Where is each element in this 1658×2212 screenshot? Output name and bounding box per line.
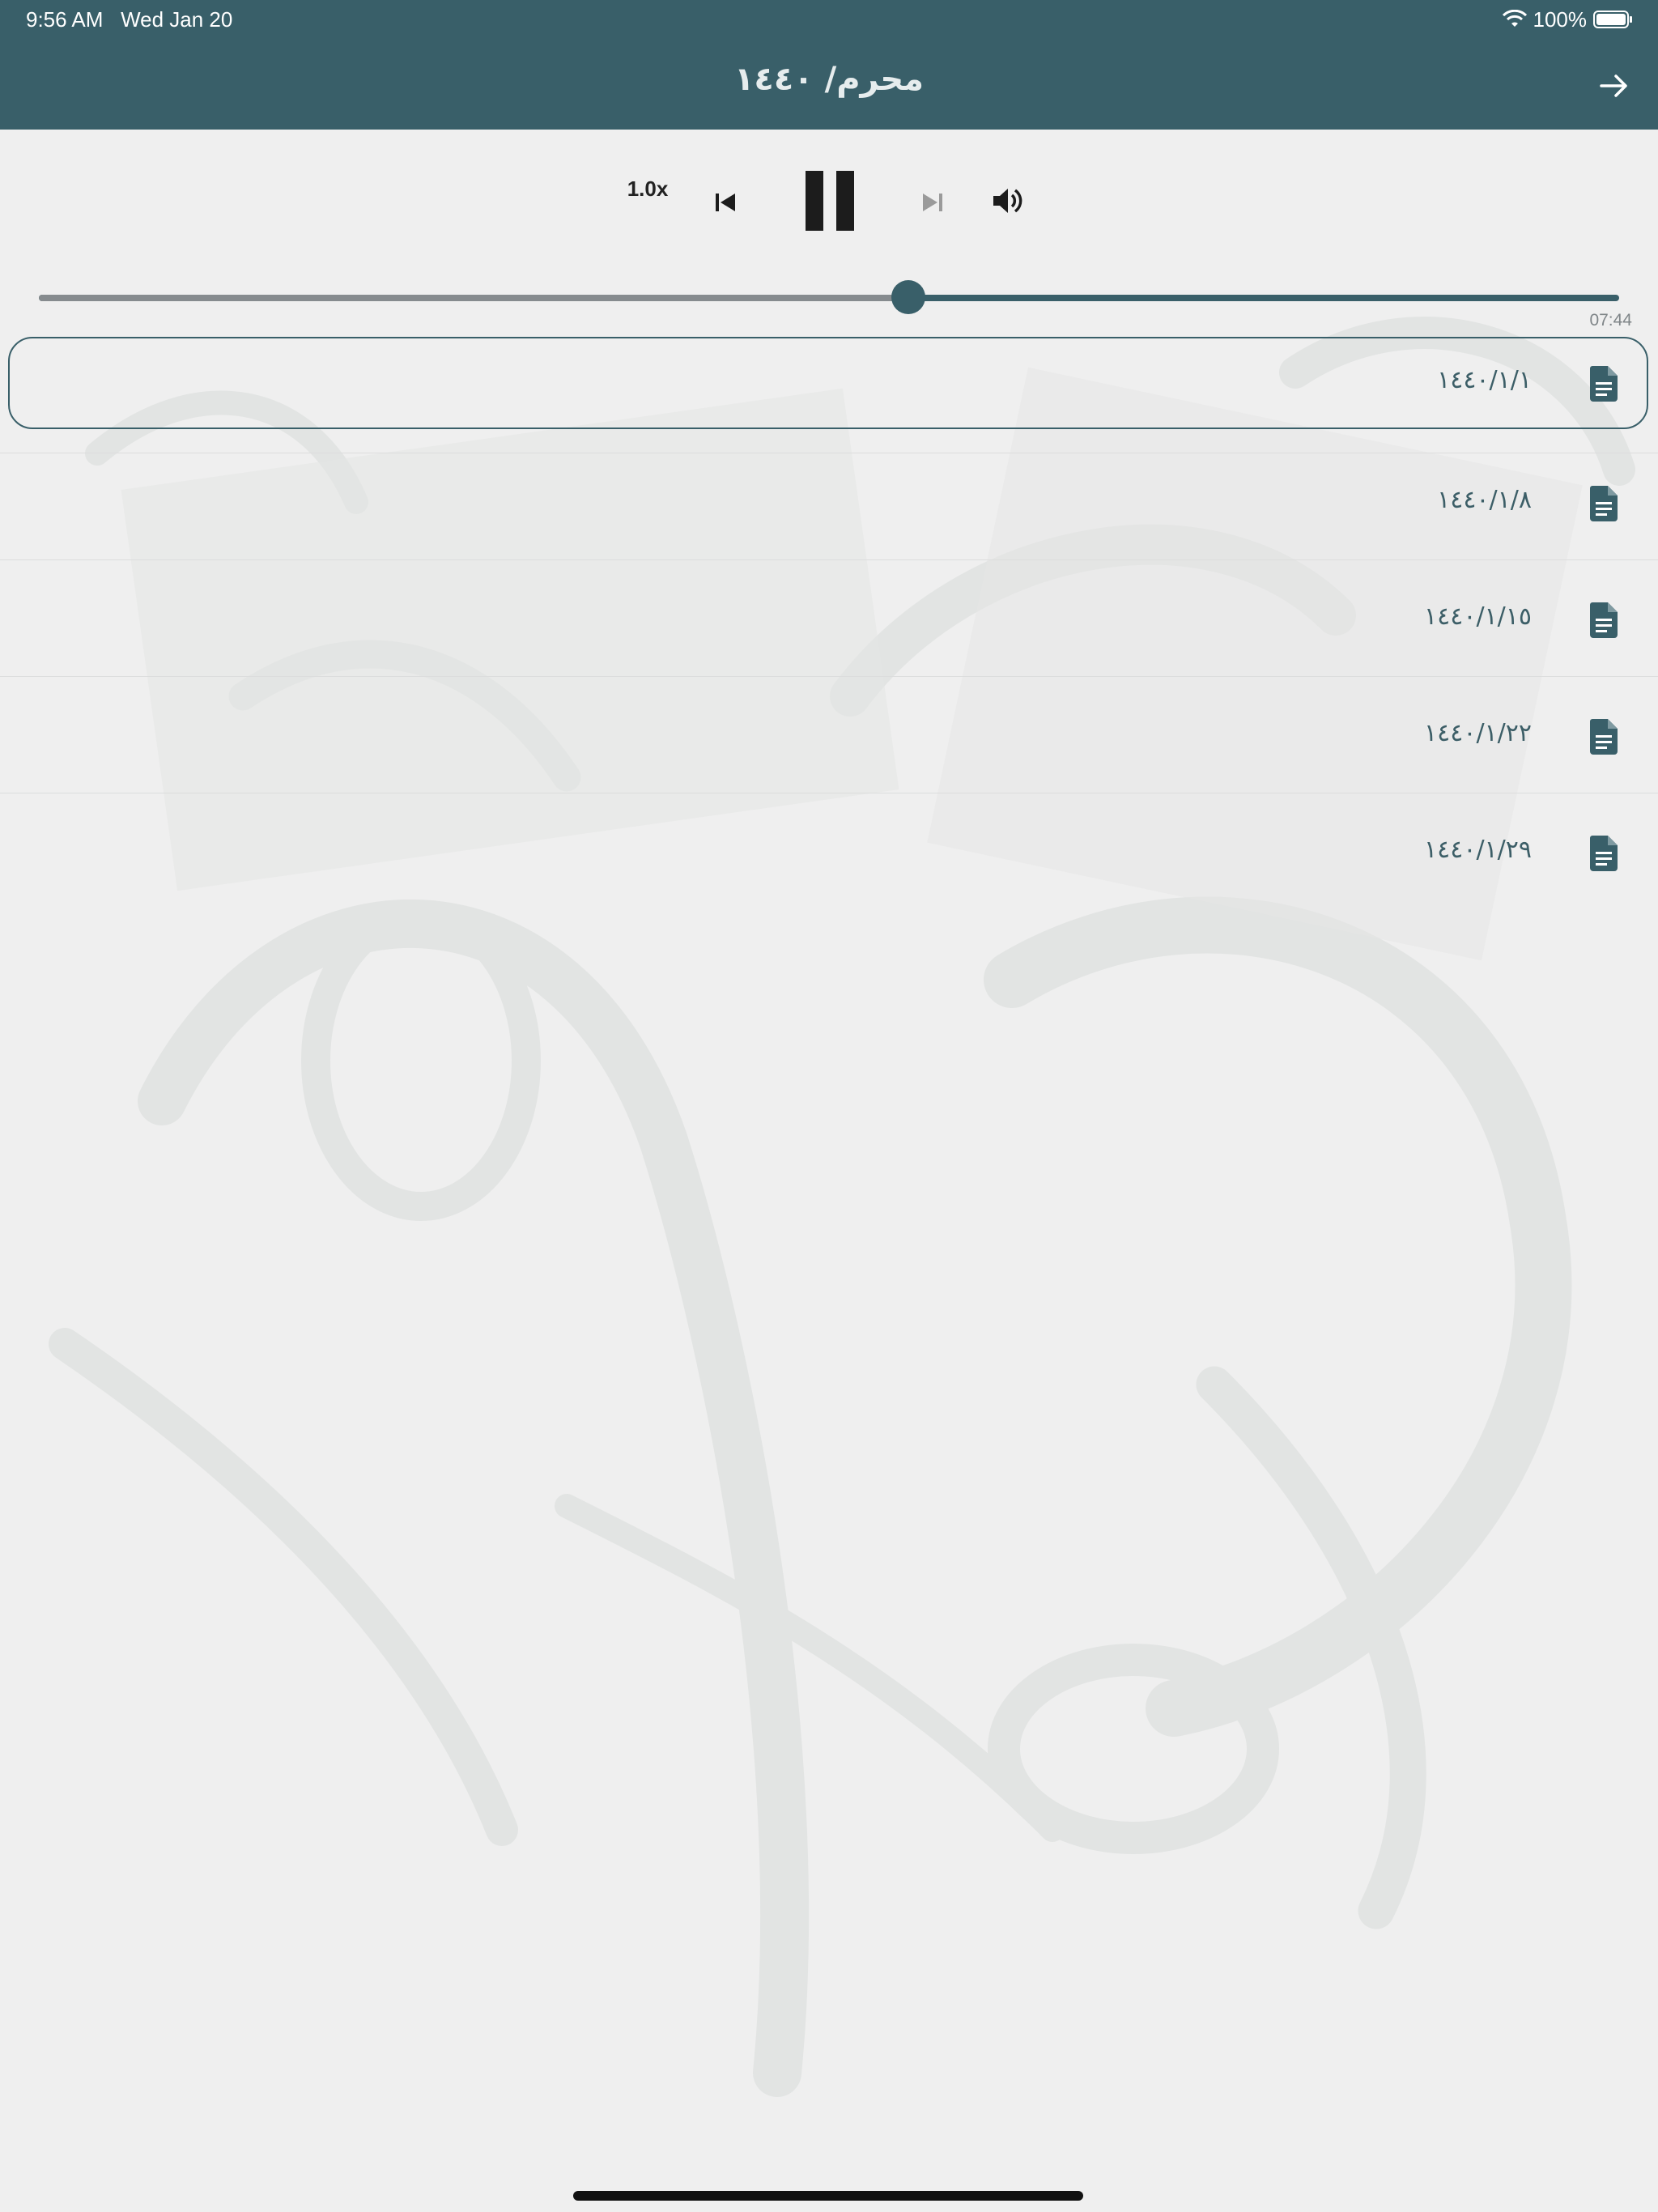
document-icon[interactable]	[1590, 719, 1618, 755]
volume-icon	[993, 189, 1022, 213]
pause-icon	[806, 171, 854, 231]
progress-thumb[interactable]	[891, 280, 925, 314]
episode-row[interactable]: ١٤٤٠/١/٢٩	[0, 793, 1658, 910]
home-indicator[interactable]	[573, 2191, 1083, 2201]
episode-row[interactable]: ١٤٤٠/١/١	[0, 337, 1658, 453]
episode-label: ١٤٤٠/١/٢٩	[1423, 836, 1532, 864]
progress-played	[39, 295, 908, 301]
episode-label: ١٤٤٠/١/٨	[1437, 486, 1532, 514]
episode-row[interactable]: ١٤٤٠/١/٢٢	[0, 677, 1658, 793]
battery-percent: 100%	[1533, 6, 1588, 32]
episode-label: ١٤٤٠/١/١	[1437, 366, 1532, 394]
status-bar-right: 100%	[1502, 6, 1635, 32]
wifi-icon	[1502, 10, 1527, 27]
episode-label: ١٤٤٠/١/٢٢	[1423, 719, 1532, 747]
app-header: 9:56 AM Wed Jan 20 100% محرم/ ١٤٤٠	[0, 0, 1658, 130]
skip-next-button[interactable]	[916, 178, 949, 227]
arrow-right-icon	[1600, 74, 1627, 97]
status-bar-time: 9:56 AM Wed Jan 20	[26, 6, 232, 32]
audio-player: 1.0x	[0, 130, 1658, 332]
playback-speed-button[interactable]: 1.0x	[623, 177, 672, 202]
status-time: 9:56 AM	[26, 7, 104, 32]
skip-previous-icon	[716, 194, 735, 211]
back-button[interactable]	[1592, 63, 1637, 108]
selected-row-frame	[8, 337, 1648, 429]
skip-previous-button[interactable]	[709, 178, 742, 227]
episode-row[interactable]: ١٤٤٠/١/٨	[0, 444, 1658, 560]
volume-button[interactable]	[989, 177, 1028, 225]
episode-row[interactable]: ١٤٤٠/١/١٥	[0, 560, 1658, 677]
document-icon[interactable]	[1590, 602, 1618, 638]
skip-next-icon	[923, 194, 942, 211]
battery-icon	[1593, 11, 1632, 28]
progress-slider[interactable]	[39, 295, 1619, 301]
pause-button[interactable]	[793, 160, 866, 241]
page-title: محرم/ ١٤٤٠	[734, 61, 924, 98]
duration-label: 07:44	[1589, 311, 1632, 330]
document-icon[interactable]	[1590, 836, 1618, 871]
document-icon[interactable]	[1590, 486, 1618, 521]
episode-label: ١٤٤٠/١/١٥	[1423, 602, 1532, 631]
status-date: Wed Jan 20	[121, 7, 233, 32]
document-icon[interactable]	[1590, 366, 1618, 402]
